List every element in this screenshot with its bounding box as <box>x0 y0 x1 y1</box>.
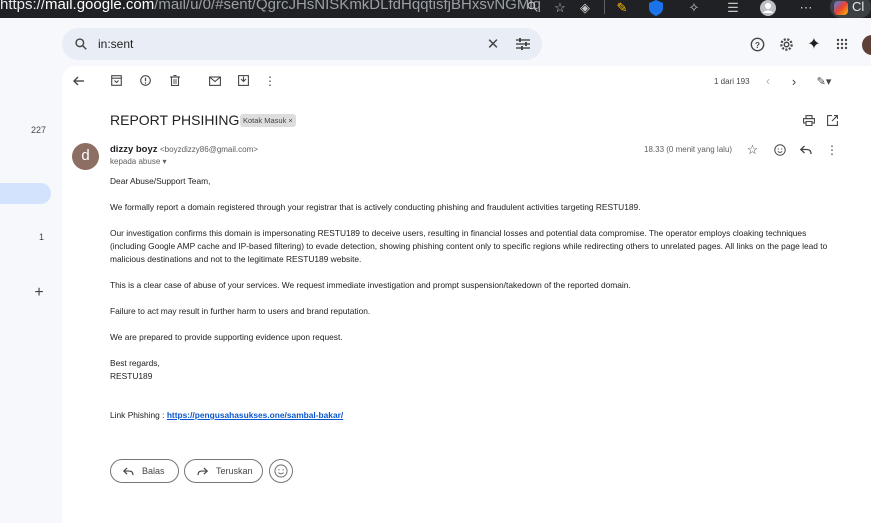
browser-address-bar: https://mail.google.com/mail/u/0/#sent/Q… <box>0 0 871 18</box>
emoji-reaction-button[interactable] <box>269 459 293 483</box>
gemini-sparkle-icon[interactable]: ✦ <box>806 35 822 53</box>
delete-trash-icon[interactable] <box>168 74 181 87</box>
account-avatar[interactable] <box>862 35 871 55</box>
open-new-window-icon[interactable] <box>826 114 839 127</box>
rail-inbox-count: 227 <box>31 125 47 135</box>
help-icon[interactable]: ? <box>749 36 765 52</box>
mark-unread-icon[interactable] <box>208 74 221 87</box>
profile-icon[interactable] <box>760 0 776 16</box>
sender-name[interactable]: dizzy boyz <box>110 144 158 155</box>
extension-icon[interactable]: ◈ <box>577 0 593 16</box>
body-paragraph-2: Our investigation confirms this domain i… <box>110 228 828 264</box>
more-vertical-icon[interactable]: ⋮ <box>264 74 276 88</box>
body-paragraph-3: This is a clear case of abuse of your se… <box>110 280 631 290</box>
more-icon[interactable]: ⋯ <box>798 0 814 16</box>
settings-gear-icon[interactable] <box>778 36 794 52</box>
reply-button[interactable]: Balas <box>110 459 179 483</box>
search-options-icon[interactable] <box>514 35 532 53</box>
url-prefix: https:// <box>0 0 46 13</box>
reading-list-icon[interactable]: ☰ <box>725 0 741 16</box>
rail-other-count: 1 <box>39 232 45 242</box>
url-path: /mail/u/0/#sent/QgrcJHsNISKmkDLfdHqqtisf… <box>154 0 542 13</box>
extension-pen-icon[interactable]: ✎ <box>614 0 630 16</box>
copilot-button[interactable]: Cl <box>830 0 871 18</box>
rail-item-sent-active[interactable] <box>0 183 51 204</box>
url-host: mail.google.com <box>45 0 155 13</box>
puzzle-icon[interactable]: ✧ <box>686 0 702 16</box>
forward-button[interactable]: Teruskan <box>184 459 263 483</box>
search-bar[interactable]: in:sent ✕ <box>62 28 542 60</box>
sender-email: <boyzdizzy86@gmail.com> <box>160 145 258 154</box>
back-arrow-icon[interactable] <box>72 74 86 88</box>
email-panel <box>62 66 871 523</box>
label-chip-inbox[interactable]: Kotak Masuk × <box>240 114 296 127</box>
input-tools-pencil-icon[interactable]: ✎▾ <box>813 74 835 88</box>
svg-text:?: ? <box>754 39 759 49</box>
phishing-link[interactable]: https://pengusahasukses.one/sambal-bakar… <box>167 410 343 420</box>
older-chevron-icon[interactable]: › <box>788 74 800 89</box>
reply-icon <box>123 466 134 475</box>
star-icon[interactable]: ☆ <box>746 142 759 157</box>
newer-chevron-icon[interactable]: ‹ <box>762 74 774 88</box>
body-link-line: Link Phishing : https://pengusahasukses.… <box>110 409 835 422</box>
forward-icon <box>197 466 208 475</box>
print-icon[interactable] <box>802 114 815 127</box>
add-label-icon[interactable]: + <box>32 284 46 301</box>
body-paragraph-4: Failure to act may result in further har… <box>110 306 371 316</box>
body-paragraph-5: We are prepared to provide supporting ev… <box>110 332 343 342</box>
body-paragraph-1: We formally report a domain registered t… <box>110 202 641 212</box>
search-icon[interactable] <box>524 0 540 16</box>
search-icon[interactable] <box>72 35 90 53</box>
shield-icon[interactable] <box>648 0 664 16</box>
apps-grid-icon[interactable] <box>834 36 850 52</box>
recipient-details[interactable]: kepada abuse ▾ <box>110 157 167 166</box>
body-closing: Best regards, <box>110 358 160 368</box>
star-icon[interactable]: ☆ <box>552 0 568 16</box>
url-text[interactable]: https://mail.google.com/mail/u/0/#sent/Q… <box>0 0 541 13</box>
pagination-text: 1 dari 193 <box>714 77 750 86</box>
divider <box>604 0 605 14</box>
search-input[interactable]: in:sent <box>98 37 133 51</box>
copilot-icon <box>834 1 848 15</box>
report-spam-icon[interactable] <box>139 74 152 87</box>
add-reaction-icon[interactable] <box>773 143 786 156</box>
archive-icon[interactable] <box>110 74 123 87</box>
emoji-icon <box>274 464 288 478</box>
tab-fragment: Cl <box>852 0 865 14</box>
reply-label: Balas <box>142 466 165 476</box>
message-more-vertical-icon[interactable]: ⋮ <box>826 143 838 157</box>
move-to-icon[interactable] <box>237 74 250 87</box>
sender-avatar[interactable]: d <box>72 143 99 170</box>
clear-search-icon[interactable]: ✕ <box>484 35 502 53</box>
body-greeting: Dear Abuse/Support Team, <box>110 176 211 186</box>
email-timestamp: 18.33 (0 menit yang lalu) <box>644 145 733 154</box>
link-label: Link Phishing : <box>110 410 167 420</box>
reply-arrow-icon[interactable] <box>799 143 812 156</box>
email-subject: REPORT PHSIHING <box>110 112 240 128</box>
forward-label: Teruskan <box>216 466 253 476</box>
body-signature: RESTU189 <box>110 371 153 381</box>
